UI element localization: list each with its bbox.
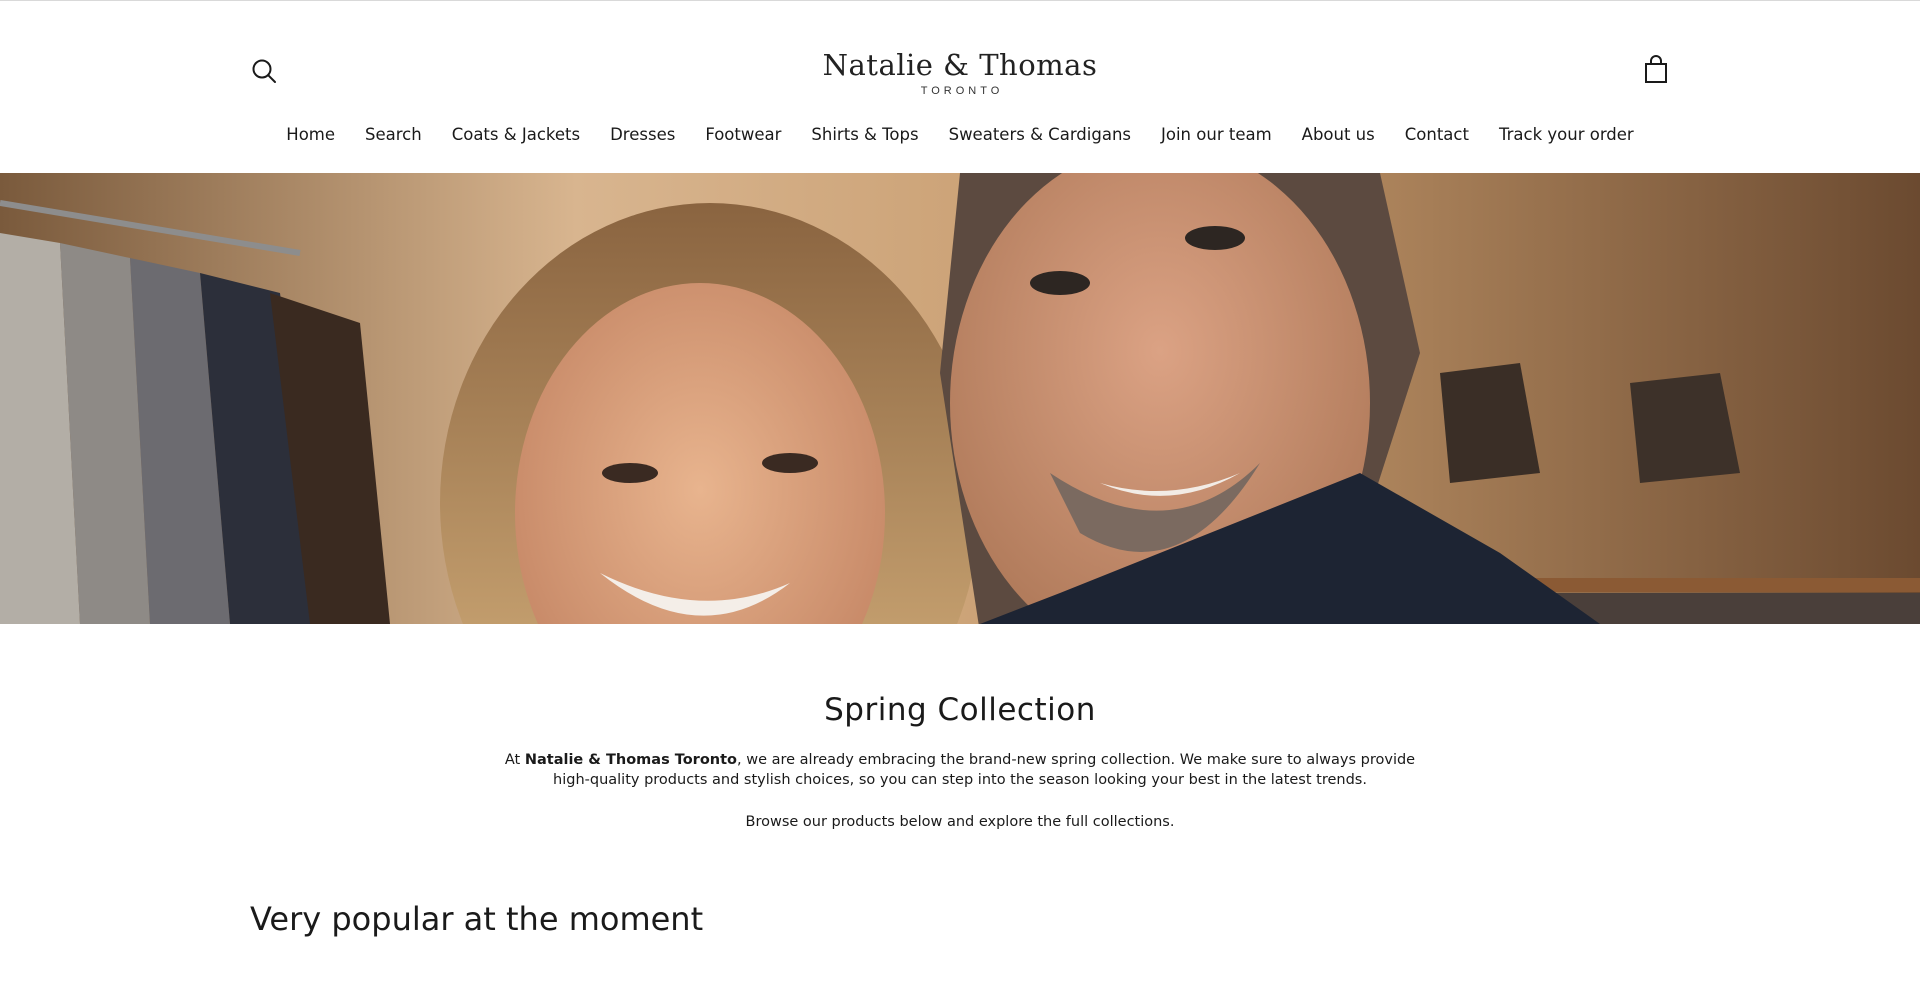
- nav-shirts-tops[interactable]: Shirts & Tops: [796, 121, 933, 148]
- nav-coats-jackets[interactable]: Coats & Jackets: [437, 121, 595, 148]
- nav-join-our-team[interactable]: Join our team: [1146, 121, 1287, 148]
- nav-about-us[interactable]: About us: [1287, 121, 1390, 148]
- nav-search[interactable]: Search: [350, 121, 437, 148]
- nav-footwear[interactable]: Footwear: [690, 121, 796, 148]
- cart-button[interactable]: [1643, 55, 1669, 85]
- nav-track-order[interactable]: Track your order: [1484, 121, 1649, 148]
- nav-contact[interactable]: Contact: [1390, 121, 1484, 148]
- hero-banner: [0, 173, 1920, 624]
- collection-title: Spring Collection: [824, 692, 1096, 728]
- shopping-bag-icon: [1645, 55, 1667, 83]
- popular-title: Very popular at the moment: [250, 899, 704, 938]
- intro-section: Spring Collection At Natalie & Thomas To…: [0, 624, 1920, 833]
- nav-sweaters-cardigans[interactable]: Sweaters & Cardigans: [934, 121, 1146, 148]
- site-logo[interactable]: Natalie & Thomas TORONTO: [0, 49, 1920, 97]
- main-navigation: Home Search Coats & Jackets Dresses Foot…: [0, 121, 1920, 148]
- site-header: Natalie & Thomas TORONTO Home Search Coa…: [0, 1, 1920, 173]
- intro-paragraph: At Natalie & Thomas Toronto, we are alre…: [500, 751, 1420, 790]
- nav-home[interactable]: Home: [271, 121, 350, 148]
- intro-text-start: At: [504, 752, 525, 768]
- logo-name: Natalie & Thomas: [822, 48, 1098, 82]
- logo-city: TORONTO: [920, 85, 1004, 97]
- popular-section: Very popular at the moment: [0, 900, 1920, 938]
- nav-dresses[interactable]: Dresses: [595, 121, 690, 148]
- hero-image: [0, 173, 1920, 624]
- browse-text: Browse our products below and explore th…: [745, 814, 1175, 830]
- store-name: Natalie & Thomas Toronto: [524, 752, 737, 768]
